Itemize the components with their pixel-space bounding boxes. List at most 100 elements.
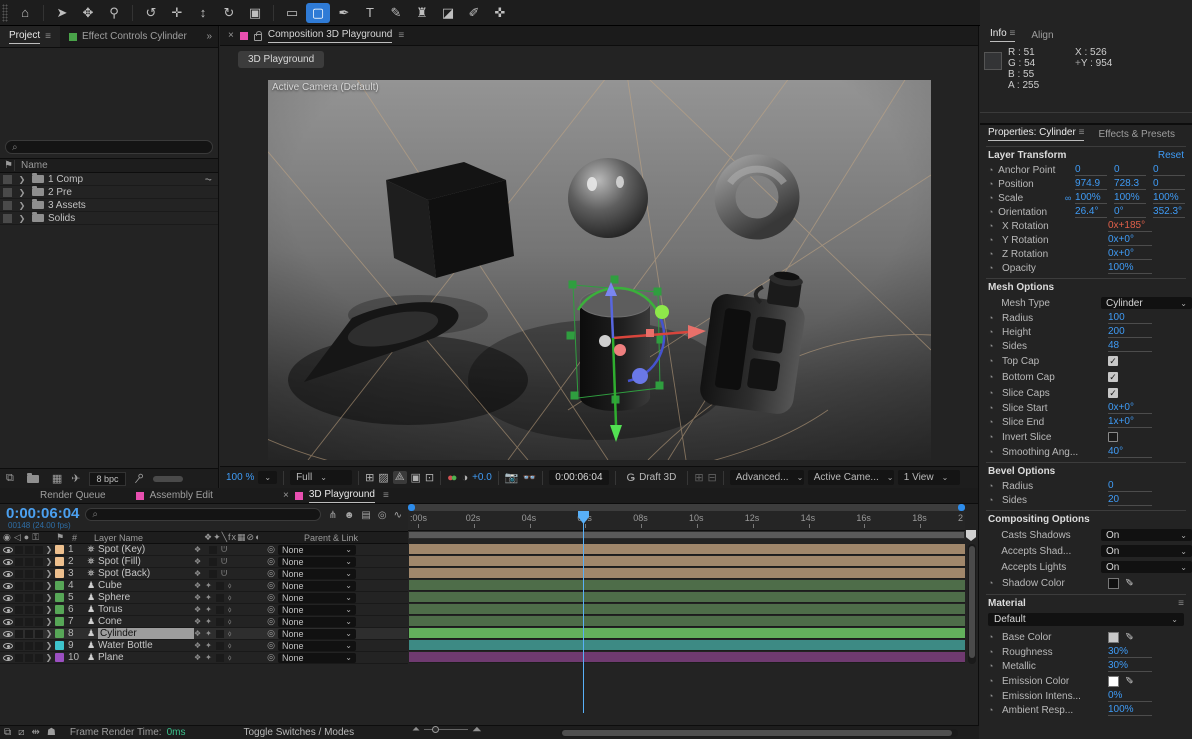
transparency-grid-icon[interactable]: ⊡ xyxy=(425,471,434,484)
expand-chevron-icon[interactable]: ❯ xyxy=(43,593,55,602)
new-composition-icon[interactable]: ▦ xyxy=(52,472,62,485)
motion-blur-cell[interactable] xyxy=(216,642,224,650)
property-value[interactable]: 20 xyxy=(1108,494,1152,506)
stopwatch-icon[interactable]: ◔ xyxy=(988,388,1002,398)
solo-cell[interactable] xyxy=(25,642,33,650)
stopwatch-icon[interactable]: ◔ xyxy=(988,676,1002,686)
pan-camera-tool-icon[interactable]: ✛ xyxy=(165,3,189,23)
lock-cell[interactable] xyxy=(35,654,43,662)
timeline-column-header[interactable]: ◉◁●⚿ ⚑ # Layer Name ❖✦╲fx▦⊘◐ Parent & Li… xyxy=(0,531,408,544)
tab-render-queue[interactable]: Render Queue xyxy=(0,490,136,501)
lock-cell[interactable] xyxy=(35,606,43,614)
motion-blur-cell[interactable] xyxy=(216,630,224,638)
layer-duration-bar[interactable] xyxy=(409,544,965,555)
geometry-options-icon[interactable]: ⬨ xyxy=(228,593,232,603)
expand-chevron-icon[interactable]: ❯ xyxy=(43,581,55,590)
stopwatch-icon[interactable]: ◔ xyxy=(988,249,1002,259)
expand-chevron-icon[interactable]: ❯ xyxy=(16,175,28,184)
parent-pickwhip-icon[interactable]: ◎ xyxy=(264,580,278,591)
quality-switch-icon[interactable]: ❖ xyxy=(194,653,201,662)
expand-chevron-icon[interactable]: ❯ xyxy=(43,605,55,614)
property-value[interactable]: 0 xyxy=(1114,164,1146,176)
parent-link-dropdown[interactable]: None⌄ xyxy=(278,629,356,639)
effects-switch-icon[interactable]: ✦ xyxy=(205,593,212,602)
lock-cell[interactable] xyxy=(35,630,43,638)
render-time-icon[interactable]: ☗ xyxy=(47,727,56,738)
property-value[interactable]: 0x+0° xyxy=(1108,402,1152,414)
lock-cell[interactable] xyxy=(35,642,43,650)
stopwatch-icon[interactable]: ◔ xyxy=(988,193,998,203)
stopwatch-icon[interactable]: ◔ xyxy=(988,372,1002,382)
material-preset-dropdown[interactable]: Default⌄ xyxy=(988,613,1184,626)
stamp-tool-icon[interactable]: ♜ xyxy=(410,3,434,23)
tab-properties[interactable]: Properties: Cylinder ≡ xyxy=(988,127,1084,141)
project-search-input[interactable]: ⌕ xyxy=(5,140,213,154)
layer-name[interactable]: Torus xyxy=(98,604,194,615)
property-value[interactable]: 0% xyxy=(1108,690,1152,702)
property-dropdown[interactable]: On⌄ xyxy=(1101,545,1192,557)
stopwatch-icon[interactable]: ◔ xyxy=(988,447,1002,457)
toolbar-grip[interactable] xyxy=(2,4,8,22)
stopwatch-icon[interactable]: ◔ xyxy=(988,207,998,217)
layer-switches[interactable]: ❖ᕫ xyxy=(194,557,264,567)
property-value[interactable]: 26.4° xyxy=(1075,206,1107,218)
property-value[interactable]: 30% xyxy=(1108,646,1152,658)
layer-switches[interactable]: ❖✦⬨ xyxy=(194,629,264,639)
stopwatch-icon[interactable]: ◔ xyxy=(988,179,998,189)
stopwatch-icon[interactable]: ◔ xyxy=(988,235,1002,245)
visibility-eye-icon[interactable] xyxy=(3,583,13,589)
renderer-dropdown[interactable]: Advanced...⌄ xyxy=(730,470,804,485)
tab-effect-controls[interactable]: Effect Controls Cylinder xyxy=(60,26,196,47)
fast-previews-button[interactable]: ǤDraft 3D xyxy=(622,470,682,486)
light-wireframe-icon[interactable]: ᕫ xyxy=(221,545,227,555)
property-value[interactable]: 0 xyxy=(1075,164,1107,176)
expand-chevron-icon[interactable]: ❯ xyxy=(16,214,28,223)
parent-pickwhip-icon[interactable]: ◎ xyxy=(264,652,278,663)
solo-cell[interactable] xyxy=(25,630,33,638)
property-value[interactable]: 0x+0° xyxy=(1108,234,1152,246)
expand-chevron-icon[interactable]: ❯ xyxy=(43,617,55,626)
layer-label-color[interactable] xyxy=(55,617,64,626)
parent-pickwhip-icon[interactable]: ◎ xyxy=(264,556,278,567)
layer-name[interactable]: Sphere xyxy=(98,592,194,603)
eyedropper-icon[interactable]: ✐ xyxy=(1125,676,1133,687)
project-scrollbar[interactable] xyxy=(153,476,183,482)
zoom-dropdown[interactable]: ⌄ xyxy=(258,471,277,484)
expand-inout-icon[interactable]: ⇹ xyxy=(32,727,40,738)
lock-cell[interactable] xyxy=(35,618,43,626)
motion-blur-cell[interactable] xyxy=(216,654,224,662)
timeline-nav-strip[interactable] xyxy=(408,504,965,511)
layer-row[interactable]: ❯1⛯Spot (Key)❖ᕫ◎None⌄ xyxy=(0,544,408,556)
effects-switch-icon[interactable]: ✦ xyxy=(205,617,212,626)
toggle-switches-modes-button[interactable]: Toggle Switches / Modes xyxy=(243,727,354,738)
project-item-row[interactable]: ❯Solids xyxy=(0,212,218,225)
layer-switches[interactable]: ❖✦⬨ xyxy=(194,581,264,591)
solo-cell[interactable] xyxy=(25,594,33,602)
layer-row[interactable]: ❯5♟Sphere❖✦⬨◎None⌄ xyxy=(0,592,408,604)
quality-switch-icon[interactable]: ❖ xyxy=(194,545,201,554)
visibility-eye-icon[interactable] xyxy=(3,595,13,601)
audio-cell[interactable] xyxy=(15,558,23,566)
visibility-eye-icon[interactable] xyxy=(3,655,13,661)
close-tab-icon[interactable]: × xyxy=(228,30,234,41)
breadcrumb[interactable]: 3D Playground xyxy=(238,51,324,68)
eyedropper-icon[interactable]: ✐ xyxy=(1125,632,1133,643)
property-value[interactable]: 0x+0° xyxy=(1108,248,1152,260)
layer-row[interactable]: ❯10♟Plane❖✦⬨◎None⌄ xyxy=(0,652,408,664)
cube-object[interactable] xyxy=(386,162,514,278)
property-value[interactable]: 974.9 xyxy=(1075,178,1107,190)
layer-label-color[interactable] xyxy=(55,653,64,662)
comp-mini-flowchart-icon[interactable]: ⋔ xyxy=(329,510,337,521)
camera-dropdown[interactable]: Active Came...⌄ xyxy=(808,470,894,485)
layer-label-color[interactable] xyxy=(55,581,64,590)
geometry-options-icon[interactable]: ⬨ xyxy=(228,605,232,615)
solo-cell[interactable] xyxy=(25,582,33,590)
property-value[interactable]: 728.3 xyxy=(1114,178,1146,190)
layer-row[interactable]: ❯7♟Cone❖✦⬨◎None⌄ xyxy=(0,616,408,628)
lock-cell[interactable] xyxy=(35,582,43,590)
camera-tool-icon[interactable]: ▣ xyxy=(243,3,267,23)
parent-pickwhip-icon[interactable]: ◎ xyxy=(264,616,278,627)
solo-cell[interactable] xyxy=(25,654,33,662)
comp-marker-bin-icon[interactable] xyxy=(966,530,976,541)
visibility-eye-icon[interactable] xyxy=(3,619,13,625)
